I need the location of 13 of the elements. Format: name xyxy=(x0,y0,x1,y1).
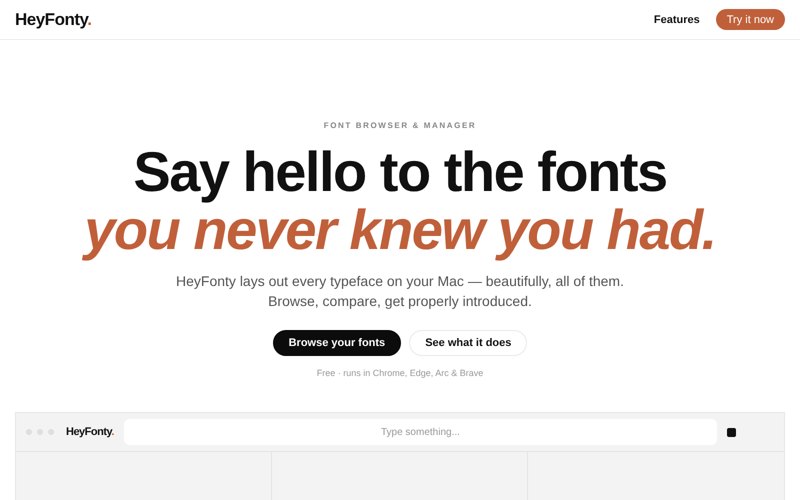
square-icon[interactable] xyxy=(727,428,736,436)
headline: Say hello to the fonts xyxy=(133,143,667,201)
note-text: Free · runs in Chrome, Edge, Arc & Brave xyxy=(316,368,484,378)
lead-text: HeyFonty lays out every typeface on your Mac — beautifully, all of them. xyxy=(176,272,624,291)
demo-button[interactable]: See what it does xyxy=(409,330,528,356)
try-button[interactable]: Try it now xyxy=(716,9,785,30)
logo[interactable]: HeyFonty. xyxy=(15,10,92,30)
browse-button[interactable]: Browse your fonts xyxy=(272,330,402,356)
eyebrow-text: FONT BROWSER & MANAGER xyxy=(324,121,476,130)
lead-text: Browse, compare, get properly introduced. xyxy=(267,292,533,311)
preview-logo: HeyFonty. xyxy=(66,426,114,438)
search-field[interactable]: Type something... xyxy=(124,419,717,445)
nav-link[interactable]: Features xyxy=(654,14,700,26)
